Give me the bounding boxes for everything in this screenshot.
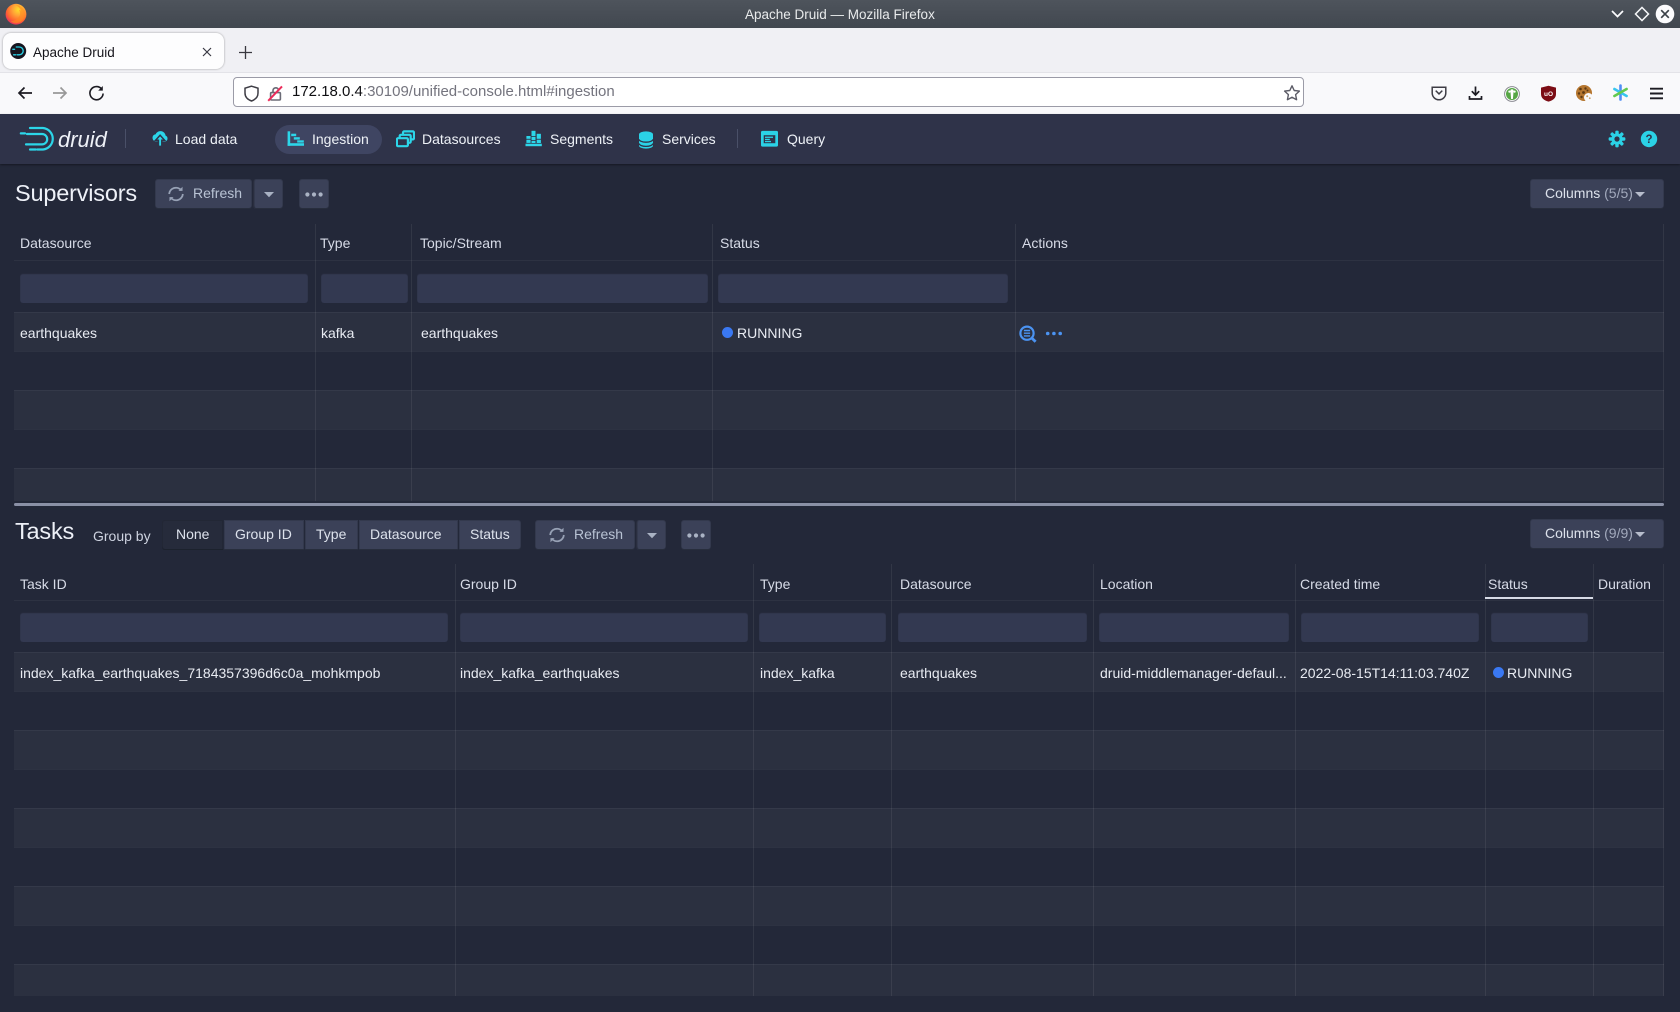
svg-text:?: ? xyxy=(1645,134,1652,146)
svg-text:uO: uO xyxy=(1544,91,1553,98)
